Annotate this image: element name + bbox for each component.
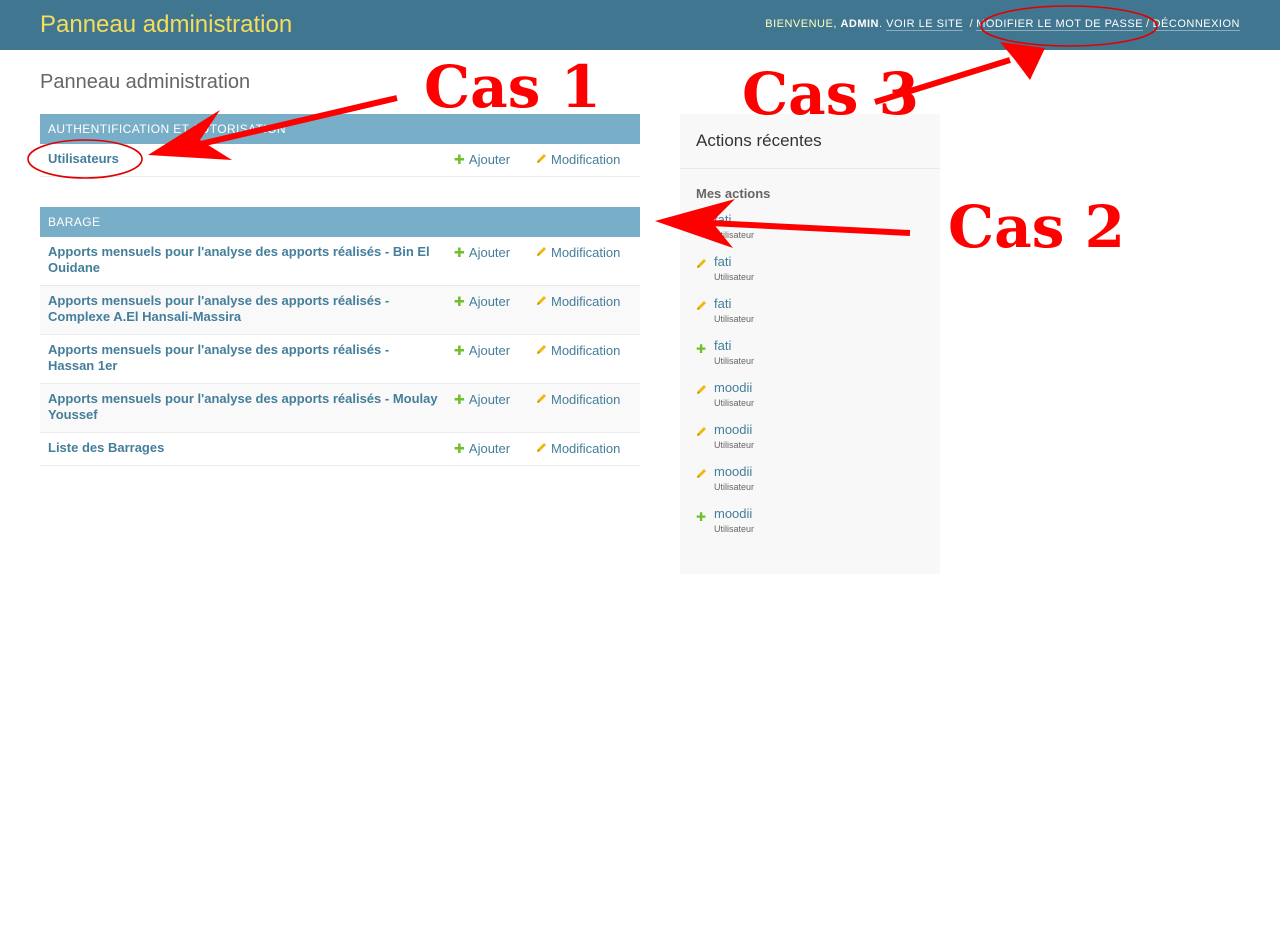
- recent-action-object-link[interactable]: fati: [714, 254, 731, 269]
- welcome-text: Bienvenue,: [765, 18, 837, 30]
- change-password-link[interactable]: Modifier le mot de passe: [976, 18, 1144, 31]
- plus-icon: ✚: [454, 245, 465, 260]
- change-link[interactable]: Modification: [536, 152, 620, 167]
- recent-action-type: Utilisateur: [714, 230, 755, 240]
- add-link[interactable]: ✚ Ajouter: [454, 392, 510, 408]
- recent-action-object-link[interactable]: moodii: [714, 464, 752, 479]
- recent-action-type: Utilisateur: [714, 440, 755, 450]
- site-brand[interactable]: Panneau administration: [40, 11, 292, 39]
- recent-action-type: Utilisateur: [714, 356, 755, 366]
- recent-action-object-link[interactable]: fati: [714, 212, 731, 227]
- my-actions-heading: Mes actions: [696, 186, 771, 201]
- table-row: Utilisateurs ✚ Ajouter Modification: [40, 144, 640, 177]
- plus-icon: ✚: [454, 343, 465, 358]
- divider: [680, 168, 940, 169]
- change-link[interactable]: Modification: [536, 441, 620, 456]
- pencil-icon: [536, 245, 547, 260]
- recent-action-type: Utilisateur: [714, 272, 755, 282]
- recent-actions-title: Actions récentes: [696, 131, 822, 150]
- recent-action-type: Utilisateur: [714, 482, 755, 492]
- model-link[interactable]: Apports mensuels pour l'analyse des appo…: [48, 244, 438, 276]
- plus-icon: ✚: [454, 152, 465, 167]
- pencil-icon: [696, 256, 708, 268]
- add-link[interactable]: ✚ Ajouter: [454, 343, 510, 359]
- pencil-icon: [696, 214, 708, 226]
- recent-action-type: Utilisateur: [714, 314, 755, 324]
- table-row: Liste des Barrages ✚ Ajouter Modification: [40, 433, 640, 466]
- pencil-icon: [696, 466, 708, 478]
- change-link[interactable]: Modification: [536, 294, 620, 309]
- recent-action-object-link[interactable]: moodii: [714, 422, 752, 437]
- pencil-icon: [696, 382, 708, 394]
- add-link[interactable]: ✚ Ajouter: [454, 294, 510, 310]
- pencil-icon: [696, 298, 708, 310]
- recent-action-type: Utilisateur: [714, 398, 755, 408]
- annotation-cas-1: Cas 1: [424, 53, 601, 121]
- pencil-icon: [536, 441, 547, 456]
- recent-action-object-link[interactable]: fati: [714, 338, 731, 353]
- user-name: admin: [840, 18, 880, 30]
- table-row: Apports mensuels pour l'analyse des appo…: [40, 286, 640, 335]
- table-row: Apports mensuels pour l'analyse des appo…: [40, 335, 640, 384]
- change-link[interactable]: Modification: [536, 245, 620, 260]
- recent-actions-panel: Actions récentes Mes actions fati Utilisa…: [680, 114, 940, 574]
- recent-action-object-link[interactable]: fati: [714, 296, 731, 311]
- pencil-icon: [696, 424, 708, 436]
- recent-action-object-link[interactable]: moodii: [714, 380, 752, 395]
- plus-icon: ✚: [696, 510, 707, 524]
- annotation-cas-3: Cas 3: [742, 60, 919, 128]
- model-link-utilisateurs[interactable]: Utilisateurs: [48, 151, 438, 167]
- annotation-cas-2: Cas 2: [948, 193, 1125, 261]
- add-link[interactable]: ✚ Ajouter: [454, 152, 510, 168]
- recent-action-type: Utilisateur: [714, 524, 755, 534]
- table-row: Apports mensuels pour l'analyse des appo…: [40, 384, 640, 433]
- add-link[interactable]: ✚ Ajouter: [454, 245, 510, 261]
- view-site-link[interactable]: Voir le site: [886, 18, 964, 31]
- change-link[interactable]: Modification: [536, 392, 620, 407]
- module-caption[interactable]: Barage: [40, 207, 640, 237]
- module-barage: Barage Apports mensuels pour l'analyse d…: [40, 207, 640, 466]
- pencil-icon: [536, 152, 547, 167]
- model-link[interactable]: Liste des Barrages: [48, 440, 438, 456]
- logout-link[interactable]: Déconnexion: [1152, 18, 1240, 31]
- plus-icon: ✚: [454, 441, 465, 456]
- site-header: Panneau administration Bienvenue, admin.…: [0, 0, 1280, 50]
- pencil-icon: [536, 343, 547, 358]
- change-link[interactable]: Modification: [536, 343, 620, 358]
- add-link[interactable]: ✚ Ajouter: [454, 441, 510, 457]
- model-link[interactable]: Apports mensuels pour l'analyse des appo…: [48, 293, 438, 325]
- model-link[interactable]: Apports mensuels pour l'analyse des appo…: [48, 342, 438, 374]
- model-link[interactable]: Apports mensuels pour l'analyse des appo…: [48, 391, 438, 423]
- user-tools: Bienvenue, admin. Voir le site / Modifier…: [765, 18, 1240, 31]
- table-row: Apports mensuels pour l'analyse des appo…: [40, 237, 640, 286]
- plus-icon: ✚: [454, 392, 465, 407]
- plus-icon: ✚: [696, 342, 707, 356]
- pencil-icon: [536, 294, 547, 309]
- plus-icon: ✚: [454, 294, 465, 309]
- page-title: Panneau administration: [40, 71, 251, 93]
- pencil-icon: [536, 392, 547, 407]
- module-auth: Authentification et autorisation Utilisa…: [40, 114, 640, 177]
- recent-action-object-link[interactable]: moodii: [714, 506, 752, 521]
